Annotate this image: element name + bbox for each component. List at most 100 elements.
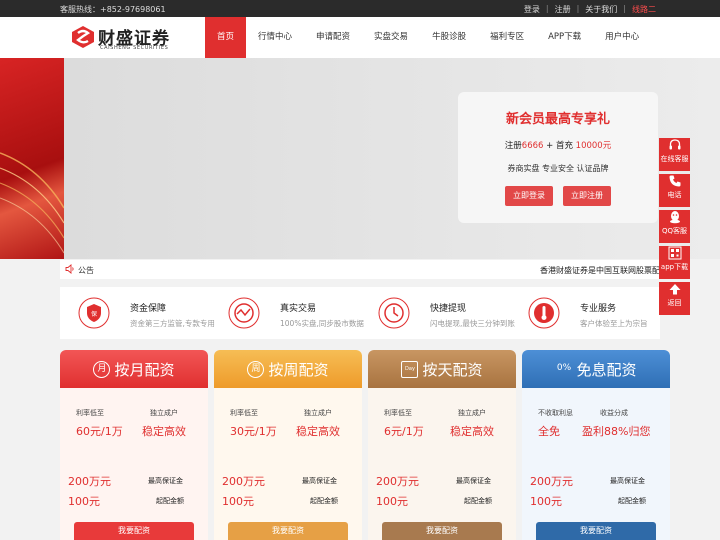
qq-service-button[interactable]: QQ客服 (659, 210, 690, 243)
percent-icon: 0% (556, 362, 572, 373)
account-label: 独立成户 (150, 409, 178, 417)
feature-desc: 客户体验至上为宗旨 (580, 319, 648, 328)
plan-title: 按周配资 (268, 360, 329, 379)
login-link[interactable]: 登录 (524, 4, 540, 15)
sidebar-label: QQ客服 (661, 227, 688, 235)
app-download-button[interactable]: app下载 (659, 246, 690, 279)
back-to-top-button[interactable]: 返回 (659, 282, 690, 315)
feature-title: 专业服务 (580, 304, 617, 314)
plan-card-body: 不收取利息 全免 收益分成 盈利88%归您 200万元 最高保证金 100元 起… (522, 388, 670, 540)
arrow-up-icon (669, 284, 680, 295)
nav-app-download[interactable]: APP下载 (536, 17, 593, 58)
divider: | (545, 4, 549, 13)
min-amount-label: 起配金额 (618, 497, 646, 505)
promo-buttons: 立即登录 立即注册 (458, 186, 658, 206)
nav-user-center[interactable]: 用户中心 (593, 17, 651, 58)
plan-card-header: 周 按周配资 (214, 350, 362, 388)
min-amount: 100元 (222, 495, 254, 508)
sidebar-label: app下载 (660, 263, 689, 271)
register-button[interactable]: 立即注册 (563, 186, 611, 206)
sidebar-label: 返回 (667, 299, 682, 307)
promo-reg-label: 注册 (504, 141, 522, 151)
account-value: 稳定高效 (296, 425, 340, 438)
nav-market[interactable]: 行情中心 (246, 17, 304, 58)
promo-box: 新会员最高专享礼 注册6666 + 首充 10000元 券商实盘 专业安全 认证… (458, 92, 658, 223)
announcement-bar: 公告 香港财盛证券是中国互联网股票配 (60, 260, 660, 279)
phone-button[interactable]: 电话 (659, 174, 690, 207)
register-link[interactable]: 注册 (555, 4, 571, 15)
route-link[interactable]: 线路二 (632, 4, 656, 15)
feature-title: 真实交易 (280, 304, 317, 314)
sidebar-label: 在线客服 (660, 155, 689, 163)
headset-icon (669, 139, 680, 150)
account-label: 独立成户 (458, 409, 486, 417)
max-deposit-label: 最高保证金 (302, 477, 337, 485)
sidebar-label: 电话 (667, 191, 682, 199)
main-nav: 首页 行情中心 申请配资 实盘交易 牛股诊股 福利专区 APP下载 用户中心 (205, 17, 651, 58)
rate-value: 30元/1万 (230, 425, 277, 438)
feature-desc: 资金第三方监管,专款专用 (130, 319, 215, 328)
divider: | (623, 4, 626, 13)
plan-card-body: 利率低至 60元/1万 独立成户 稳定高效 200万元 最高保证金 100元 起… (60, 388, 208, 540)
plan-card-body: 利率低至 30元/1万 独立成户 稳定高效 200万元 最高保证金 100元 起… (214, 388, 362, 540)
apply-button[interactable]: 我要配资 (536, 522, 656, 540)
plan-title: 免息配资 (576, 360, 637, 379)
max-deposit-label: 最高保证金 (610, 477, 645, 485)
max-deposit-amount: 200万元 (222, 475, 265, 488)
apply-button[interactable]: 我要配资 (74, 522, 194, 540)
announcement-label: 公告 (78, 266, 94, 275)
about-link[interactable]: 关于我们 (585, 4, 617, 15)
promo-title: 新会员最高专享礼 (505, 112, 610, 127)
shield-icon: 保 (78, 297, 110, 329)
apply-button[interactable]: 我要配资 (382, 522, 502, 540)
account-value: 稳定高效 (142, 425, 186, 438)
promo-plus: + 首充 (543, 141, 576, 151)
nav-trading[interactable]: 实盘交易 (362, 17, 420, 58)
phone-icon (669, 175, 680, 187)
wave-lines (0, 152, 65, 254)
feature-desc: 闪电提现,最快三分钟到账 (430, 319, 515, 328)
logo-subtext: CAISHENG SECURITIES (100, 45, 169, 51)
plan-card-body: 利率低至 6元/1万 独立成户 稳定高效 200万元 最高保证金 100元 起配… (368, 388, 516, 540)
login-button[interactable]: 立即登录 (505, 186, 553, 206)
promo-offer: 注册6666 + 首充 10000元 (458, 139, 658, 151)
min-amount: 100元 (376, 495, 408, 508)
speaker-icon (65, 264, 74, 274)
nav-apply[interactable]: 申请配资 (304, 17, 362, 58)
profit-share-label: 收益分成 (600, 409, 628, 417)
apply-button[interactable]: 我要配资 (228, 522, 348, 540)
min-amount-label: 起配金额 (310, 497, 338, 505)
logo[interactable]: 财盛证券 CAISHENG SECURITIES (70, 23, 170, 53)
online-service-button[interactable]: 在线客服 (659, 138, 690, 171)
plan-card-daily: Day 按天配资 利率低至 6元/1万 独立成户 稳定高效 200万元 最高保证… (368, 350, 516, 540)
nav-welfare[interactable]: 福利专区 (478, 17, 536, 58)
calendar-day-icon: Day (401, 360, 419, 378)
plan-card-weekly: 周 按周配资 利率低至 30元/1万 独立成户 稳定高效 200万元 最高保证金… (214, 350, 362, 540)
max-deposit-amount: 200万元 (376, 475, 419, 488)
nav-home[interactable]: 首页 (205, 17, 247, 58)
rate-value: 6元/1万 (384, 425, 424, 438)
account-value: 稳定高效 (450, 425, 494, 438)
hero-banner: 新会员最高专享礼 注册6666 + 首充 10000元 券商实盘 专业安全 认证… (0, 58, 720, 259)
interest-value: 全免 (538, 425, 560, 438)
nav-diagnosis[interactable]: 牛股诊股 (420, 17, 478, 58)
plan-card-monthly: 月 按月配资 利率低至 60元/1万 独立成户 稳定高效 200万元 最高保证金… (60, 350, 208, 540)
rate-label: 利率低至 (76, 409, 104, 417)
min-amount: 100元 (530, 495, 562, 508)
feature-desc: 100%实盘,同步股市数据 (280, 319, 364, 328)
rate-label: 利率低至 (384, 409, 412, 417)
max-deposit-amount: 200万元 (530, 475, 573, 488)
logo-icon (72, 26, 94, 48)
announcement-text[interactable]: 香港财盛证券是中国互联网股票配 (540, 265, 660, 276)
qq-penguin-icon (669, 211, 680, 224)
plan-title: 按月配资 (114, 360, 175, 379)
promo-charge-amount: 10000元 (575, 141, 612, 151)
svg-text:保: 保 (91, 310, 97, 318)
min-amount: 100元 (68, 495, 100, 508)
floating-sidebar: 在线客服 电话 QQ客服 app下载 返回 (659, 135, 690, 317)
trend-icon (228, 297, 260, 329)
week-badge-icon: 周 (247, 360, 265, 378)
plan-card-header: 月 按月配资 (60, 350, 208, 388)
banner-decoration (0, 58, 65, 259)
promo-tagline: 券商实盘 专业安全 认证品牌 (507, 164, 609, 173)
